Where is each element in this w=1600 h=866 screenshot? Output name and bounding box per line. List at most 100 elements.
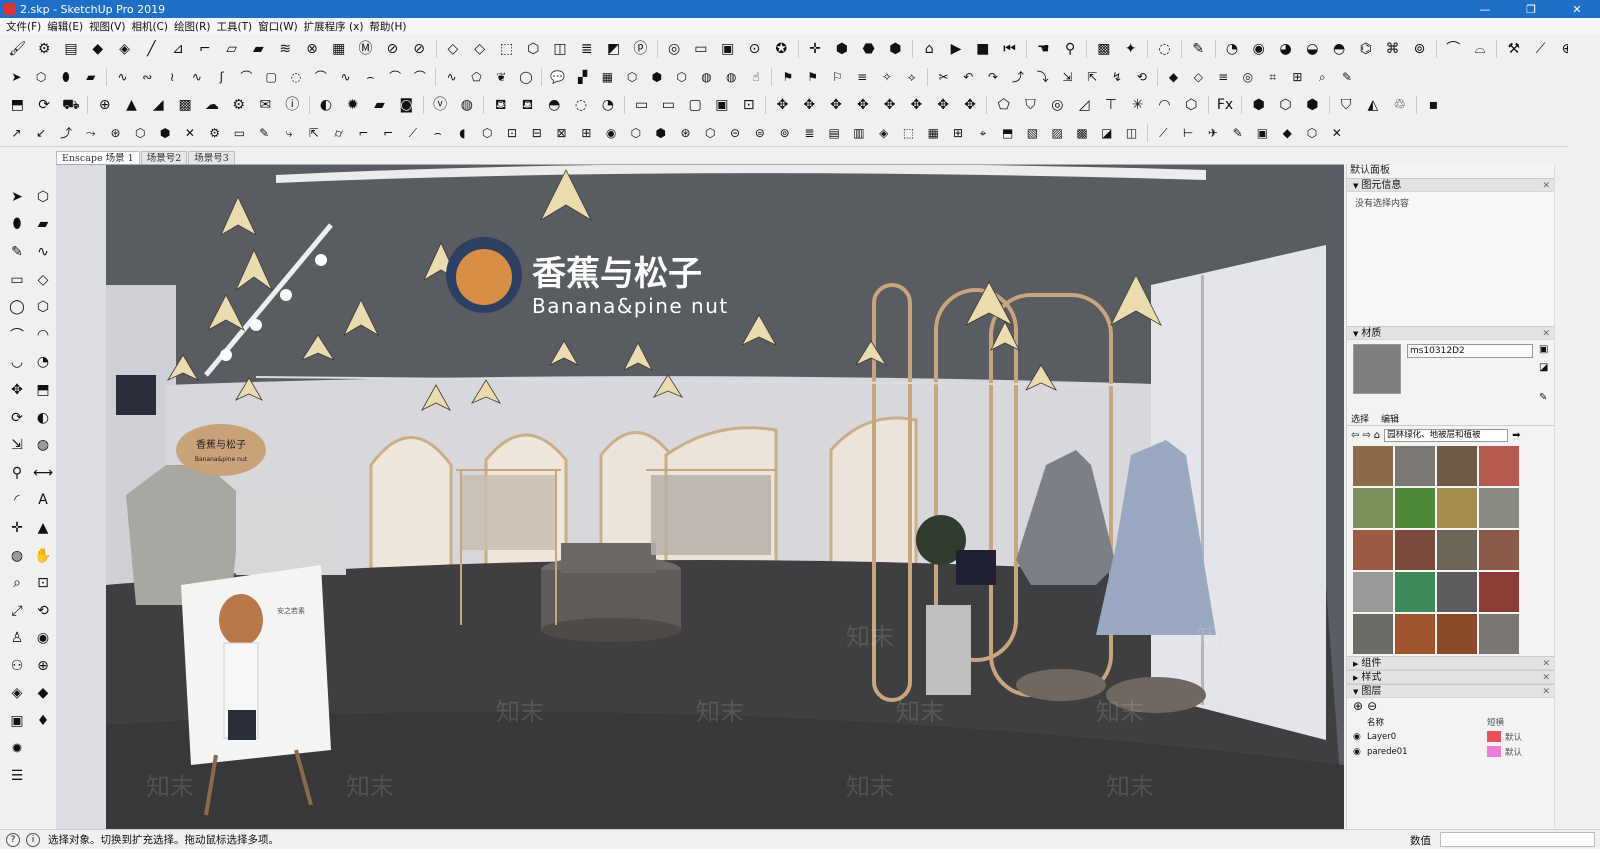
lock-icon[interactable]: ⊡ (738, 94, 760, 116)
material-swatch[interactable] (1353, 488, 1393, 528)
add-layer-icon[interactable]: ⊕ (1353, 699, 1363, 713)
stack-icon[interactable]: ≋ (274, 38, 296, 60)
x-q-icon[interactable]: ⟋ (403, 123, 423, 143)
x-d-icon[interactable]: ⤳ (81, 123, 101, 143)
wave-ring-icon[interactable]: ◌ (570, 94, 592, 116)
component-make-icon[interactable]: ⬡ (32, 186, 54, 208)
delete-layer-icon[interactable]: ⊖ (1367, 699, 1377, 713)
fx-icon[interactable]: Fx (1214, 94, 1236, 116)
stack3-icon[interactable]: ▞ (573, 67, 593, 87)
arc3-tool-icon[interactable]: ◡ (6, 351, 28, 373)
n-a-icon[interactable]: ↶ (958, 67, 978, 87)
menu-help[interactable]: 帮助(H) (366, 19, 409, 34)
rect-icon[interactable]: ▢ (261, 67, 281, 87)
ring-icon[interactable]: ◯ (516, 67, 536, 87)
edge-icon[interactable]: ⌐ (194, 38, 216, 60)
pencil-tool-icon[interactable]: ✎ (6, 241, 28, 263)
x-m-icon[interactable]: ⇱ (304, 123, 324, 143)
push-pull-tool-icon[interactable]: ⬒ (32, 379, 54, 401)
rectangle-tool-icon[interactable]: ▭ (6, 269, 28, 291)
layer-color-swatch[interactable] (1487, 746, 1501, 757)
o-h-icon[interactable]: ✎ (1337, 67, 1357, 87)
y-n-icon[interactable]: ⌖ (973, 123, 993, 143)
v-icon[interactable]: ⓥ (429, 94, 451, 116)
forward-arrow-icon[interactable]: ⇨ (1362, 430, 1370, 441)
x-p-icon[interactable]: ⌐ (378, 123, 398, 143)
shape-g-icon[interactable]: ⌘ (1382, 38, 1404, 60)
circle-icon[interactable]: ◌ (286, 67, 306, 87)
tv2-icon[interactable]: ▭ (657, 94, 679, 116)
layers-header[interactable]: ▼ 图层 ✕ (1347, 684, 1554, 698)
curve-c-icon[interactable]: ≀ (162, 67, 182, 87)
eraser-icon[interactable]: ▰ (81, 67, 101, 87)
curve-i-icon[interactable]: ⌢ (360, 67, 380, 87)
panel-icon[interactable]: ▦ (328, 38, 350, 60)
move-axes-icon[interactable]: ✛ (804, 38, 826, 60)
hand-icon[interactable]: ☚ (1032, 38, 1054, 60)
material-swatch[interactable] (1437, 446, 1477, 486)
material-swatch[interactable] (1437, 614, 1477, 654)
menu-window[interactable]: 窗口(W) (255, 19, 301, 34)
details-arrow-icon[interactable]: ➡ (1512, 430, 1520, 441)
menu-draw[interactable]: 绘图(R) (171, 19, 214, 34)
material-swatch[interactable] (1353, 614, 1393, 654)
help-icon[interactable]: i (26, 832, 40, 847)
shape-icon[interactable]: ⬡ (522, 38, 544, 60)
refresh-icon[interactable]: ⟳ (33, 94, 55, 116)
curve-f-icon[interactable]: ⌒ (236, 67, 256, 87)
blue-box-icon[interactable]: ◇ (442, 38, 464, 60)
pie-tool-icon[interactable]: ◔ (32, 351, 54, 373)
home-icon[interactable]: ⌂ (1374, 430, 1380, 441)
walk-tool-icon[interactable]: ♙ (6, 627, 28, 649)
layer-dash[interactable]: 默认 (1505, 746, 1535, 758)
x-i-icon[interactable]: ⚙ (205, 123, 225, 143)
dimension-tool-icon[interactable]: ⟷ (32, 462, 54, 484)
paint-bucket-icon[interactable]: 🖌 (6, 38, 28, 60)
material-swatch[interactable] (1353, 530, 1393, 570)
rewind-icon[interactable]: ⏮ (999, 38, 1021, 60)
axis-g-icon[interactable]: ✥ (932, 94, 954, 116)
tile2-icon[interactable]: ◩ (603, 38, 625, 60)
cube-c-icon[interactable]: ⬡ (672, 67, 692, 87)
y-p-icon[interactable]: ▧ (1022, 123, 1042, 143)
shape-n-icon[interactable]: ✳ (1127, 94, 1149, 116)
window2-icon[interactable]: ▣ (711, 94, 733, 116)
ball2-icon[interactable]: ◍ (721, 67, 741, 87)
y-l-icon[interactable]: ▦ (923, 123, 943, 143)
x-n-icon[interactable]: ⌭ (329, 123, 349, 143)
m-d-icon[interactable]: ≡ (852, 67, 872, 87)
shape-m-icon[interactable]: ⊤ (1100, 94, 1122, 116)
n-f-icon[interactable]: ⇱ (1082, 67, 1102, 87)
shape-j-icon[interactable]: ⛉ (1020, 94, 1042, 116)
orbit-tool-icon[interactable]: ◍ (6, 545, 28, 567)
shape-l-icon[interactable]: ◿ (1073, 94, 1095, 116)
warehouse-tool-icon[interactable]: ▣ (6, 710, 28, 732)
ruler-icon[interactable]: ⟋ (1153, 123, 1173, 143)
x-t-icon[interactable]: ⬡ (477, 123, 497, 143)
material-swatch[interactable] (1479, 446, 1519, 486)
menu-edit[interactable]: 编辑(E) (44, 19, 86, 34)
shape-e-icon[interactable]: ◓ (1328, 38, 1350, 60)
shape-o-icon[interactable]: ◠ (1153, 94, 1175, 116)
rotate-tool-icon[interactable]: ⟳ (6, 407, 28, 429)
footprint-tool-icon[interactable]: ⚇ (6, 655, 28, 677)
close-icon[interactable]: ✕ (1542, 179, 1550, 193)
arc2-tool-icon[interactable]: ◠ (32, 324, 54, 346)
camera-icon[interactable]: ▣ (717, 38, 739, 60)
circle-tool-icon[interactable]: ◯ (6, 296, 28, 318)
visibility-eye-icon[interactable]: ◉ (1353, 732, 1367, 742)
paint-bucket-tool-icon[interactable]: ⬮ (6, 213, 28, 235)
back-arrow-icon[interactable]: ⇦ (1351, 430, 1359, 441)
photo-icon[interactable]: ◙ (395, 94, 417, 116)
paint-icon[interactable]: ⬮ (56, 67, 76, 87)
y-a-icon[interactable]: ⬢ (651, 123, 671, 143)
n-h-icon[interactable]: ⟲ (1132, 67, 1152, 87)
y-f-icon[interactable]: ⊚ (775, 123, 795, 143)
x-z-icon[interactable]: ⬡ (626, 123, 646, 143)
x-s-icon[interactable]: ◖ (452, 123, 472, 143)
shape-a-icon[interactable]: ◔ (1221, 38, 1243, 60)
material-swatch[interactable] (1437, 488, 1477, 528)
teapot-b-icon[interactable]: ⛾ (516, 94, 538, 116)
target-icon[interactable]: ⊙ (743, 38, 765, 60)
y-m-icon[interactable]: ⊞ (948, 123, 968, 143)
